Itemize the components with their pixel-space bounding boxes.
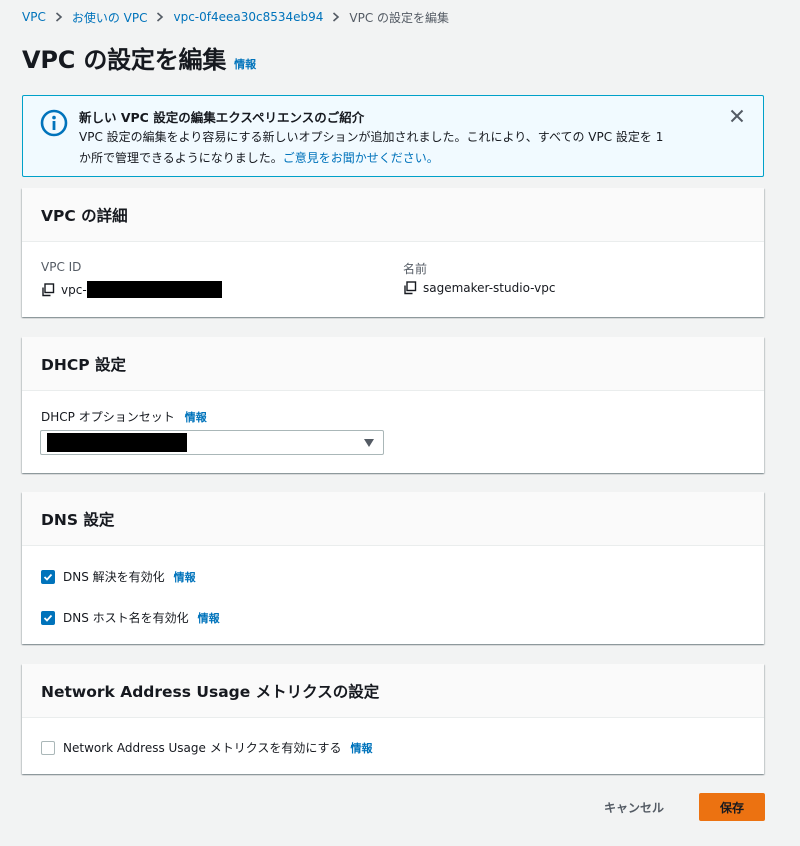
dhcp-heading: DHCP 設定 bbox=[41, 355, 126, 374]
dns-hostnames-checkbox[interactable] bbox=[41, 610, 55, 625]
dhcp-option-set-label-row: DHCP オプションセット 情報 bbox=[41, 408, 207, 425]
network-address-usage-panel: Network Address Usage メトリクスの設定 Network A… bbox=[22, 664, 764, 774]
chevron-right-icon bbox=[155, 10, 165, 24]
name-label: 名前 bbox=[403, 262, 428, 276]
panel-header: Network Address Usage メトリクスの設定 bbox=[22, 664, 764, 718]
caret-down-icon bbox=[364, 439, 374, 447]
close-icon[interactable] bbox=[729, 108, 745, 124]
dns-hostnames-row: DNS ホスト名を有効化 情報 bbox=[41, 609, 220, 626]
nau-enable-row: Network Address Usage メトリクスを有効にする 情報 bbox=[41, 739, 373, 756]
panel-header: DNS 設定 bbox=[22, 492, 764, 546]
dns-hostnames-label: DNS ホスト名を有効化 bbox=[63, 611, 189, 625]
name-value-row: sagemaker-studio-vpc bbox=[403, 281, 555, 295]
page-title: VPC の設定を編集 bbox=[22, 46, 227, 74]
cancel-button[interactable]: キャンセル bbox=[604, 799, 664, 816]
dns-settings-panel: DNS 設定 DNS 解決を有効化 情報 DNS ホスト名を有効化 情報 bbox=[22, 492, 764, 644]
flash-title: 新しい VPC 設定の編集エクスペリエンスのご紹介 bbox=[79, 110, 365, 125]
panel-header: DHCP 設定 bbox=[22, 337, 764, 391]
nau-heading: Network Address Usage メトリクスの設定 bbox=[41, 682, 380, 701]
redaction-bar bbox=[86, 281, 222, 298]
dns-hostnames-info-link[interactable]: 情報 bbox=[198, 610, 220, 626]
panel-header: VPC の詳細 bbox=[22, 188, 764, 242]
page-header: VPC の設定を編集 情報 bbox=[22, 40, 256, 75]
breadcrumb-vpc-link[interactable]: VPC bbox=[22, 10, 46, 24]
breadcrumb-your-vpcs-link[interactable]: お使いの VPC bbox=[72, 9, 148, 26]
dns-heading: DNS 設定 bbox=[41, 510, 115, 529]
flash-body: VPC 設定の編集をより容易にする新しいオプションが追加されました。これにより、… bbox=[79, 127, 719, 169]
dhcp-option-set-label: DHCP オプションセット bbox=[41, 410, 175, 424]
dns-resolution-label: DNS 解決を有効化 bbox=[63, 570, 165, 584]
chevron-right-icon bbox=[331, 10, 341, 24]
breadcrumb: VPC お使いの VPC vpc-0f4eea30c8534eb94 VPC の… bbox=[22, 8, 449, 26]
feedback-link[interactable]: ご意見をお聞かせください。 bbox=[283, 151, 439, 165]
vpc-id-value: vpc- bbox=[61, 282, 87, 297]
info-flashbar: 新しい VPC 設定の編集エクスペリエンスのご紹介 VPC 設定の編集をより容易… bbox=[22, 95, 764, 177]
title-info-link[interactable]: 情報 bbox=[234, 56, 256, 72]
dns-resolution-checkbox[interactable] bbox=[41, 569, 55, 584]
chevron-right-icon bbox=[54, 10, 64, 24]
vpc-id-label: VPC ID bbox=[41, 260, 82, 274]
dns-resolution-row: DNS 解決を有効化 情報 bbox=[41, 568, 196, 585]
vpc-id-value-row: vpc- bbox=[41, 281, 222, 298]
redaction-bar bbox=[47, 433, 187, 452]
flash-body-line1: VPC 設定の編集をより容易にする新しいオプションが追加されました。これにより、… bbox=[79, 130, 664, 144]
copy-icon[interactable] bbox=[41, 282, 55, 297]
vpc-details-heading: VPC の詳細 bbox=[41, 206, 128, 225]
dhcp-settings-panel: DHCP 設定 DHCP オプションセット 情報 bbox=[22, 337, 764, 473]
breadcrumb-vpc-id-link[interactable]: vpc-0f4eea30c8534eb94 bbox=[173, 10, 323, 24]
nau-enable-label: Network Address Usage メトリクスを有効にする bbox=[63, 741, 342, 755]
info-icon bbox=[40, 109, 68, 137]
name-value: sagemaker-studio-vpc bbox=[423, 281, 556, 295]
dns-resolution-info-link[interactable]: 情報 bbox=[174, 569, 196, 585]
dhcp-option-set-select[interactable] bbox=[40, 430, 384, 455]
nau-info-link[interactable]: 情報 bbox=[351, 740, 373, 756]
dhcp-info-link[interactable]: 情報 bbox=[185, 409, 207, 425]
flash-body-line2: か所で管理できるようになりました。 bbox=[79, 151, 283, 165]
copy-icon[interactable] bbox=[403, 281, 417, 295]
save-button[interactable]: 保存 bbox=[699, 793, 765, 821]
vpc-details-panel: VPC の詳細 VPC ID vpc- 名前 sagemaker-studio-… bbox=[22, 188, 764, 317]
breadcrumb-current: VPC の設定を編集 bbox=[349, 10, 450, 25]
nau-enable-checkbox[interactable] bbox=[41, 740, 55, 755]
